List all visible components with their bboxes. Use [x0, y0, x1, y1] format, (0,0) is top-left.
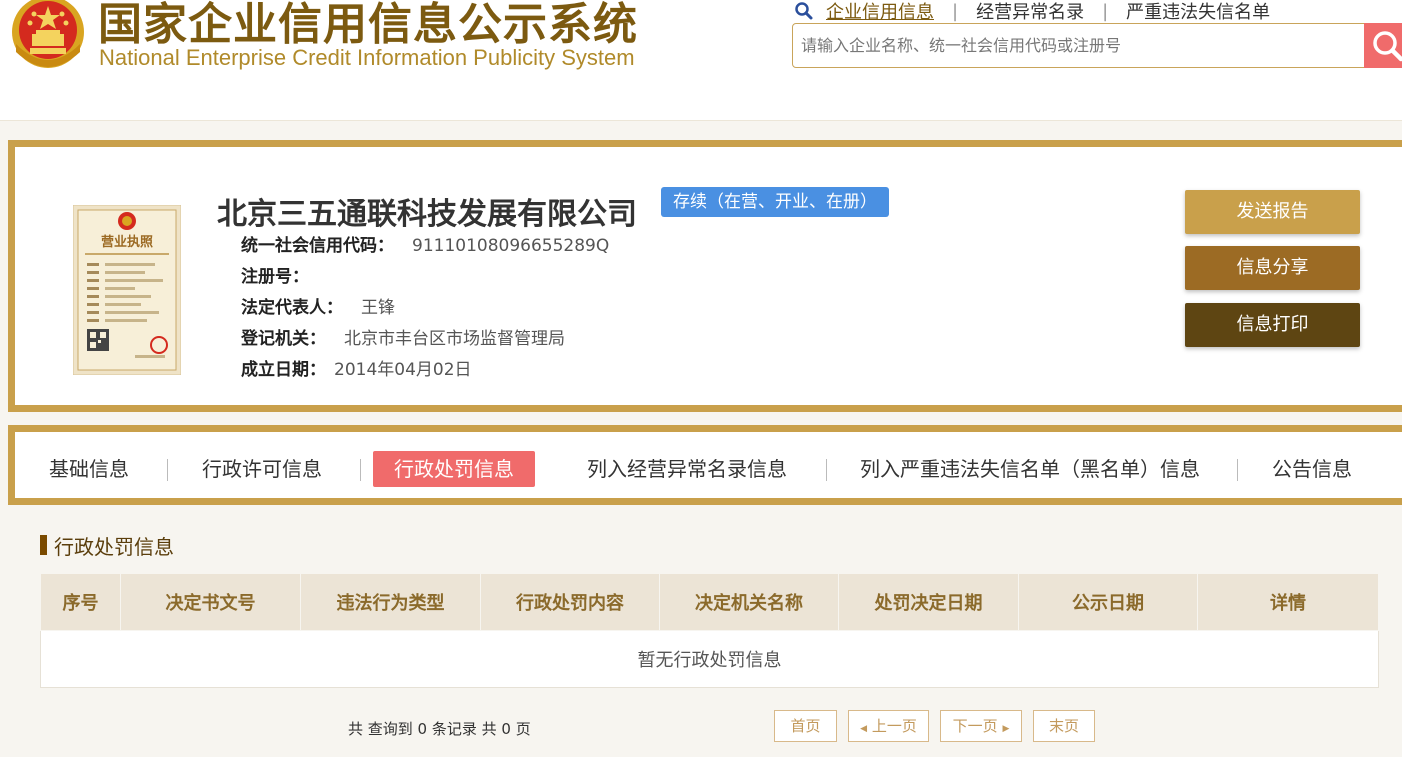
section-title: 行政处罚信息	[40, 533, 174, 559]
last-page-button[interactable]: 末页	[1033, 710, 1095, 742]
column-header: 违法行为类型	[300, 573, 481, 631]
authority-value: 北京市丰台区市场监督管理局	[344, 329, 565, 349]
table-header-row: 序号 决定书文号 违法行为类型 行政处罚内容 决定机关名称 处罚决定日期 公示日…	[40, 573, 1379, 631]
send-report-button[interactable]: 发送报告	[1185, 190, 1360, 234]
chevron-left-icon: ◀	[860, 724, 868, 734]
prev-page-button[interactable]: ◀ 上一页	[848, 710, 929, 742]
search-box	[792, 23, 1402, 68]
nav-divider: |	[952, 0, 959, 22]
next-page-label: 下一页	[952, 717, 998, 735]
prev-page-label: 上一页	[871, 717, 917, 735]
tab-divider	[1237, 459, 1238, 481]
site-header: 国家企业信用信息公示系统 National Enterprise Credit …	[0, 0, 1402, 120]
tab-basic-info[interactable]: 基础信息	[49, 451, 129, 487]
info-row-authority: 登记机关： 北京市丰台区市场监督管理局	[241, 324, 565, 349]
info-label: 统一社会信用代码：	[241, 236, 394, 256]
search-input[interactable]	[793, 24, 1363, 67]
established-date-value: 2014年04月02日	[334, 360, 472, 380]
nav-blacklist[interactable]: 严重违法失信名单	[1126, 0, 1270, 24]
company-card: 营业执照 北京三五通联科技发展有限公司 存续（在营、开业、在册） 统一社会信用代…	[8, 140, 1402, 412]
column-header: 行政处罚内容	[480, 573, 660, 631]
column-header: 公示日期	[1018, 573, 1198, 631]
first-page-button[interactable]: 首页	[774, 710, 837, 742]
tab-admin-penalty[interactable]: 行政处罚信息	[373, 451, 535, 487]
print-info-button[interactable]: 信息打印	[1185, 303, 1360, 347]
table-row: 暂无行政处罚信息	[40, 630, 1379, 688]
section-marker	[40, 535, 47, 555]
magnifier-icon	[795, 2, 813, 20]
search-icon	[1373, 31, 1402, 62]
info-label: 成立日期：	[241, 360, 326, 380]
info-row-established: 成立日期： 2014年04月02日	[241, 355, 472, 380]
info-label: 注册号：	[241, 267, 309, 287]
info-label: 法定代表人：	[241, 298, 343, 318]
license-title: 营业执照	[101, 234, 153, 250]
tab-divider	[360, 459, 361, 481]
column-header: 处罚决定日期	[838, 573, 1019, 631]
info-label: 登记机关：	[241, 329, 326, 349]
tab-abnormal-list[interactable]: 列入经营异常名录信息	[587, 451, 787, 487]
tab-announcements[interactable]: 公告信息	[1272, 451, 1352, 487]
status-badge: 存续（在营、开业、在册）	[661, 187, 889, 217]
tab-blacklist[interactable]: 列入严重违法失信名单（黑名单）信息	[860, 451, 1200, 487]
search-button[interactable]	[1364, 23, 1402, 68]
info-row-legal-rep: 法定代表人： 王锋	[241, 293, 395, 318]
nav-abnormal-list[interactable]: 经营异常名录	[976, 0, 1084, 24]
section-title-text: 行政处罚信息	[54, 534, 174, 559]
credit-code-value: 91110108096655289Q	[412, 236, 610, 256]
column-header: 详情	[1197, 573, 1379, 631]
info-row-reg-number: 注册号：	[241, 262, 327, 287]
column-header: 决定书文号	[120, 573, 301, 631]
tab-divider	[167, 459, 168, 481]
column-header: 决定机关名称	[659, 573, 839, 631]
tab-divider	[826, 459, 827, 481]
business-license-image[interactable]: 营业执照	[73, 205, 181, 375]
info-tabs: 基础信息 行政许可信息 行政处罚信息 列入经营异常名录信息 列入严重违法失信名单…	[8, 425, 1402, 505]
nav-divider: |	[1102, 0, 1109, 22]
share-info-button[interactable]: 信息分享	[1185, 246, 1360, 290]
record-summary: 共 查询到 0 条记录 共 0 页	[348, 720, 531, 738]
legal-rep-value: 王锋	[361, 298, 395, 318]
column-header: 序号	[40, 573, 121, 631]
tab-admin-license[interactable]: 行政许可信息	[202, 451, 322, 487]
next-page-button[interactable]: 下一页 ▶	[940, 710, 1022, 742]
top-nav: 企业信用信息 | 经营异常名录 | 严重违法失信名单	[794, 0, 1270, 24]
penalty-table: 序号 决定书文号 违法行为类型 行政处罚内容 决定机关名称 处罚决定日期 公示日…	[40, 573, 1379, 688]
site-subtitle: National Enterprise Credit Information P…	[99, 45, 635, 70]
company-name: 北京三五通联科技发展有限公司	[217, 197, 637, 232]
nav-enterprise-credit[interactable]: 企业信用信息	[826, 0, 934, 24]
national-emblem-icon	[12, 0, 84, 68]
empty-message: 暂无行政处罚信息	[40, 630, 1379, 688]
info-row-credit-code: 统一社会信用代码： 91110108096655289Q	[241, 231, 609, 256]
chevron-right-icon: ▶	[1002, 724, 1010, 734]
